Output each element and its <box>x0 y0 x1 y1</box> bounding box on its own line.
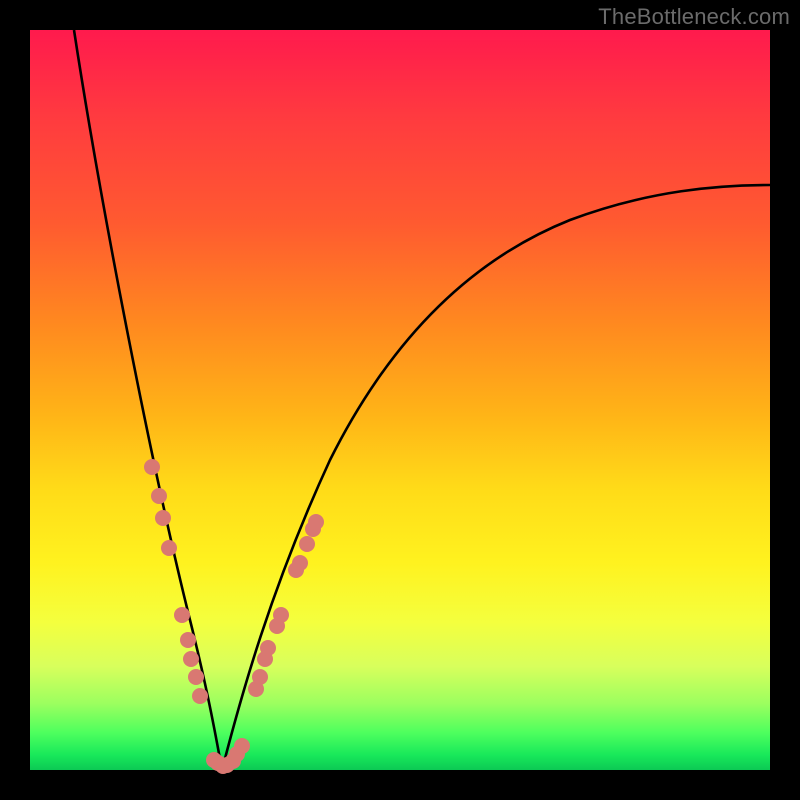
curve-right <box>222 185 770 770</box>
chart-frame: TheBottleneck.com <box>0 0 800 800</box>
dots-right-lower <box>248 607 289 697</box>
curve-left <box>74 30 222 770</box>
watermark-text: TheBottleneck.com <box>598 4 790 30</box>
plot-area <box>30 30 770 770</box>
curve-layer <box>30 30 770 770</box>
dots-left-upper <box>144 459 177 556</box>
